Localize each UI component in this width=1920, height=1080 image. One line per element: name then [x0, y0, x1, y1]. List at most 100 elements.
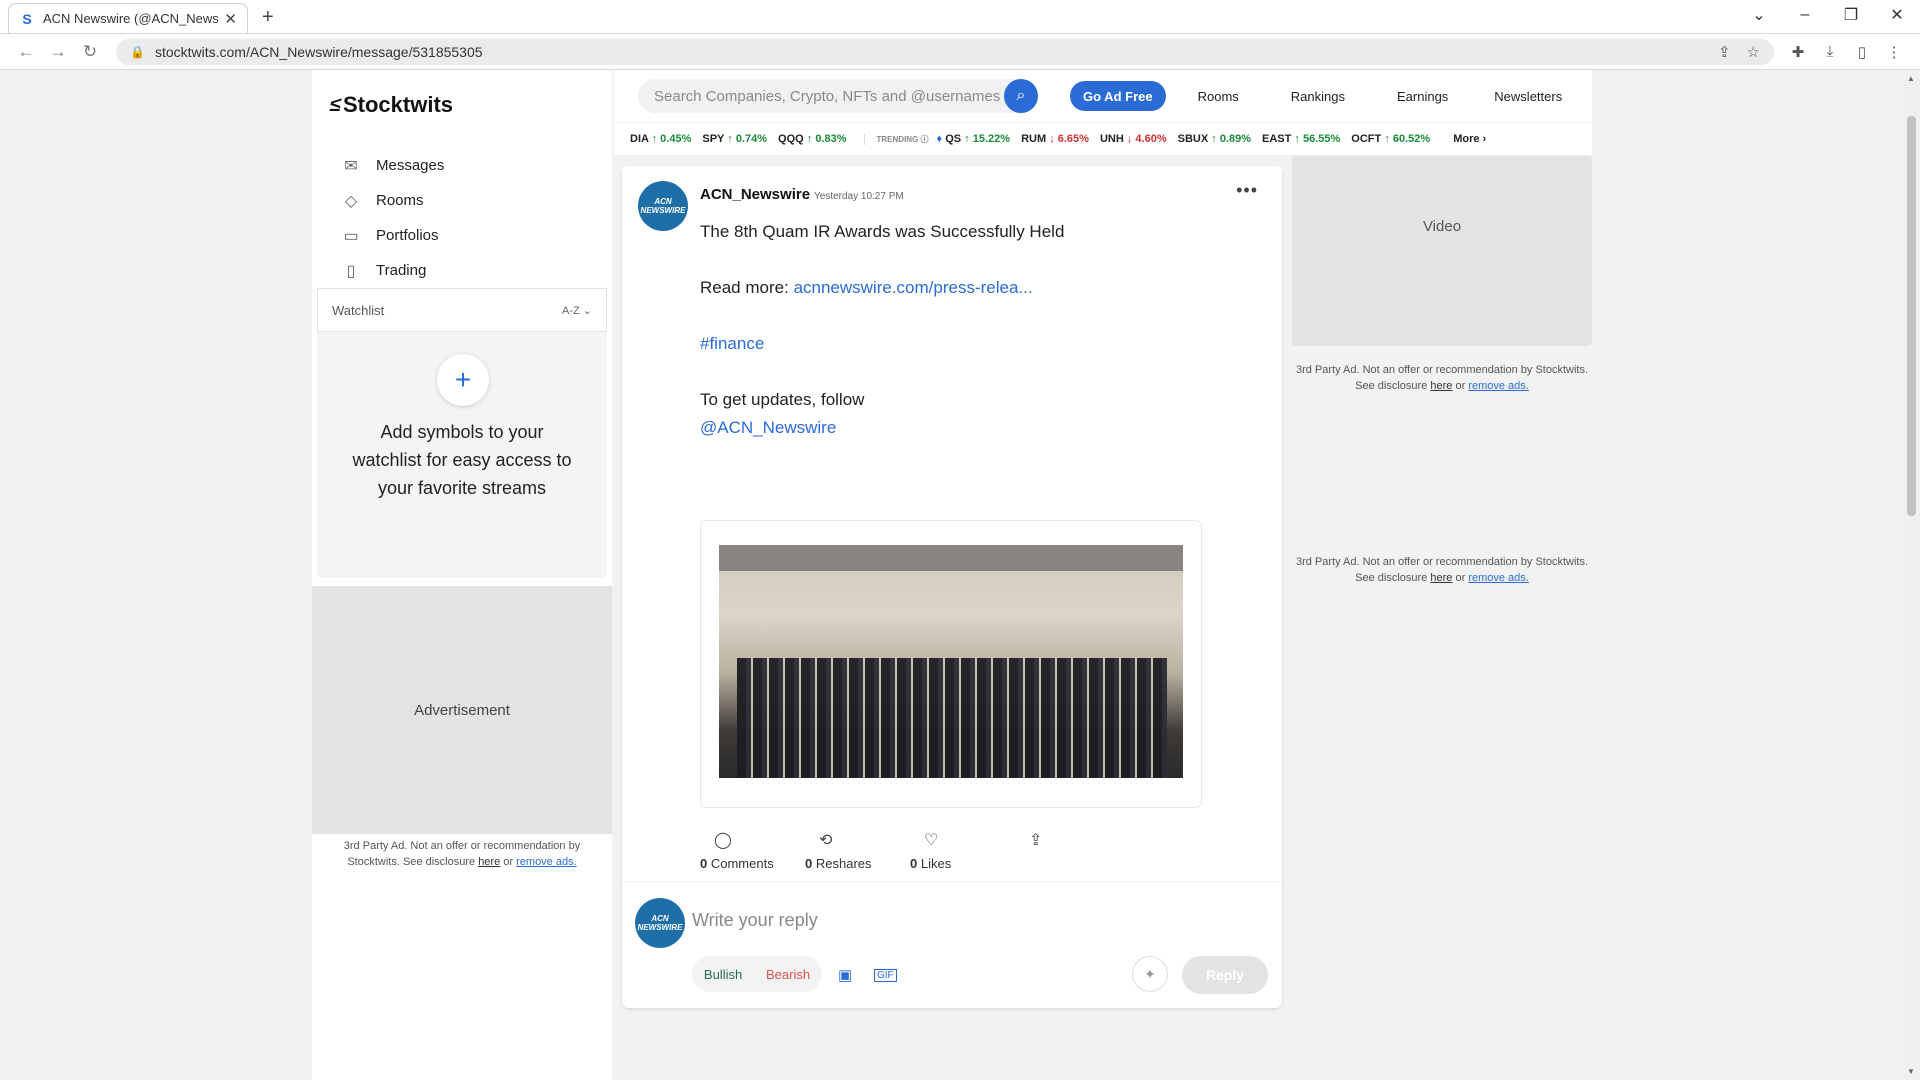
post-username[interactable]: ACN_Newswire	[700, 186, 810, 203]
follow-handle-link[interactable]: @ACN_Newswire	[700, 418, 836, 437]
ticker-item[interactable]: RUM ↓ 6.65%	[1021, 133, 1089, 145]
ticker-item[interactable]: QQQ ↑ 0.83%	[778, 133, 847, 145]
bullish-button[interactable]: Bullish	[704, 967, 742, 982]
heart-icon: ♡	[924, 832, 939, 849]
forward-icon[interactable]: →	[42, 42, 74, 62]
sidebar-item-trading[interactable]: ▯ Trading	[340, 253, 444, 288]
logo-text: Stocktwits	[342, 92, 454, 117]
press-release-link[interactable]: acnnewswire.com/press-relea...	[794, 278, 1033, 297]
hashtag-link[interactable]: #finance	[700, 334, 764, 353]
share-icon[interactable]: ⇪	[1718, 43, 1731, 61]
tab-title: ACN Newswire (@ACN_Newswire	[43, 11, 219, 26]
left-sidebar: ≤ Stocktwits ✉ Messages ◇ Rooms ▭ Portfo…	[312, 70, 612, 1080]
avatar[interactable]: ACN NEWSWIRE	[638, 181, 688, 231]
reply-avatar: ACN NEWSWIRE	[635, 898, 685, 948]
ticker-change: 0.83%	[815, 133, 847, 145]
ticker-item[interactable]: EAST ↑ 56.55%	[1262, 133, 1340, 145]
ticker-change: 4.60%	[1135, 133, 1167, 145]
nav-link-earnings[interactable]: Earnings	[1397, 89, 1448, 104]
ticker-symbol: RUM	[1021, 133, 1047, 145]
sidepanel-icon[interactable]: ▯	[1846, 43, 1878, 61]
ticker-more-button[interactable]: More ›	[1453, 133, 1486, 145]
sidebar-item-portfolios[interactable]: ▭ Portfolios	[340, 218, 444, 253]
browser-tab[interactable]: S ACN Newswire (@ACN_Newswire ✕	[8, 3, 248, 33]
sidebar-nav: ✉ Messages ◇ Rooms ▭ Portfolios ▯ Tradin…	[340, 148, 444, 288]
up-arrow-icon: ↑	[964, 133, 970, 145]
lock-icon: 🔒	[130, 44, 145, 59]
go-ad-free-button[interactable]: Go Ad Free	[1070, 81, 1166, 111]
page-scrollbar[interactable]: ▲ ▼	[1903, 70, 1920, 1080]
share-button[interactable]: ⇪	[1015, 830, 1120, 871]
rooms-icon: ◇	[344, 192, 358, 210]
nav-link-rooms[interactable]: Rooms	[1198, 89, 1239, 104]
follow-text: To get updates, follow	[700, 390, 865, 409]
ticker-item[interactable]: SBUX ↑ 0.89%	[1178, 133, 1251, 145]
disclosure-here-link[interactable]: here	[1430, 572, 1452, 584]
close-window-icon[interactable]: ✕	[1874, 5, 1920, 25]
gif-icon[interactable]: GIF	[874, 969, 897, 982]
new-tab-icon[interactable]: +	[262, 6, 274, 29]
left-advertisement[interactable]: Advertisement	[312, 586, 612, 834]
chevron-down-icon: ⌄	[582, 304, 592, 317]
ticker-item[interactable]: SPY ↑ 0.74%	[702, 133, 767, 145]
sidebar-item-label: Portfolios	[376, 227, 439, 244]
bearish-button[interactable]: Bearish	[766, 967, 810, 982]
search-button[interactable]: ⌕	[1004, 79, 1038, 113]
scroll-down-icon[interactable]: ▼	[1907, 1067, 1915, 1076]
back-icon[interactable]: ←	[10, 42, 42, 62]
reply-button[interactable]: Reply	[1182, 956, 1268, 994]
add-symbol-button[interactable]: +	[437, 354, 489, 406]
page: ≤ Stocktwits ✉ Messages ◇ Rooms ▭ Portfo…	[0, 70, 1920, 1080]
sidebar-item-rooms[interactable]: ◇ Rooms	[340, 183, 444, 218]
post-headline: The 8th Quam IR Awards was Successfully …	[700, 222, 1065, 241]
likes-button[interactable]: ♡ 0 Likes	[910, 830, 1015, 871]
ticker-item[interactable]: ♦ QS ↑ 15.22%	[937, 133, 1011, 145]
window-controls: ⌄ – ❐ ✕	[1736, 0, 1920, 30]
close-tab-icon[interactable]: ✕	[224, 10, 237, 28]
scroll-up-icon[interactable]: ▲	[1907, 74, 1915, 83]
up-arrow-icon: ↑	[1294, 133, 1300, 145]
scrollbar-thumb[interactable]	[1907, 116, 1916, 516]
comments-label: Comments	[710, 856, 774, 871]
watchlist-sort-dropdown[interactable]: A-Z ⌄	[562, 304, 592, 317]
remove-ads-link[interactable]: remove ads.	[516, 856, 577, 868]
tab-search-icon[interactable]: ⌄	[1736, 5, 1782, 25]
ticker-bar: DIA ↑ 0.45% SPY ↑ 0.74% QQQ ↑ 0.83% TREN…	[614, 122, 1592, 156]
ticker-item[interactable]: UNH ↓ 4.60%	[1100, 133, 1167, 145]
sidebar-item-messages[interactable]: ✉ Messages	[340, 148, 444, 183]
remove-ads-link[interactable]: remove ads.	[1468, 380, 1529, 392]
bookmark-star-icon[interactable]: ☆	[1747, 43, 1760, 61]
right-ad-disclosure-1: 3rd Party Ad. Not an offer or recommenda…	[1292, 362, 1592, 394]
more-options-icon[interactable]: •••	[1236, 180, 1258, 201]
disclosure-here-link[interactable]: here	[1430, 380, 1452, 392]
image-upload-icon[interactable]: ▣	[838, 966, 852, 984]
twitter-icon[interactable]: ✦	[1132, 956, 1168, 992]
video-ad[interactable]: Video	[1292, 156, 1592, 346]
ticker-item[interactable]: OCFT ↑ 60.52%	[1351, 133, 1430, 145]
ticker-change: 0.74%	[735, 133, 768, 145]
reply-input[interactable]: Write your reply	[692, 910, 818, 931]
reshares-button[interactable]: ⟲ 0 Reshares	[805, 830, 910, 871]
read-more-line: Read more: acnnewswire.com/press-relea..…	[700, 274, 1064, 302]
ticker-item[interactable]: DIA ↑ 0.45%	[630, 133, 691, 145]
comments-button[interactable]: ◯ 0 Comments	[700, 830, 805, 871]
menu-kebab-icon[interactable]: ⋮	[1878, 43, 1910, 61]
extensions-icon[interactable]: ✚	[1782, 43, 1814, 61]
stocktwits-logo[interactable]: ≤ Stocktwits	[328, 92, 454, 118]
search-input[interactable]: Search Companies, Crypto, NFTs and @user…	[638, 79, 1038, 113]
post-timestamp[interactable]: Yesterday 10:27 PM	[814, 191, 904, 202]
disclosure-here-link[interactable]: here	[478, 856, 500, 868]
restore-icon[interactable]: ❐	[1828, 5, 1874, 25]
info-icon[interactable]: ⓘ	[921, 135, 929, 144]
reload-icon[interactable]: ↻	[74, 42, 106, 62]
post-image-container[interactable]	[700, 520, 1202, 808]
download-icon[interactable]: ⤓	[1814, 43, 1846, 61]
remove-ads-link[interactable]: remove ads.	[1468, 572, 1529, 584]
url-field[interactable]: 🔒 stocktwits.com/ACN_Newswire/message/53…	[116, 38, 1774, 65]
share-icon: ⇪	[1029, 832, 1043, 849]
award-ceremony-photo[interactable]	[719, 545, 1183, 778]
nav-link-newsletters[interactable]: Newsletters	[1494, 89, 1562, 104]
ticker-change: 6.65%	[1057, 133, 1089, 145]
minimize-icon[interactable]: –	[1782, 6, 1828, 24]
nav-link-rankings[interactable]: Rankings	[1291, 89, 1345, 104]
